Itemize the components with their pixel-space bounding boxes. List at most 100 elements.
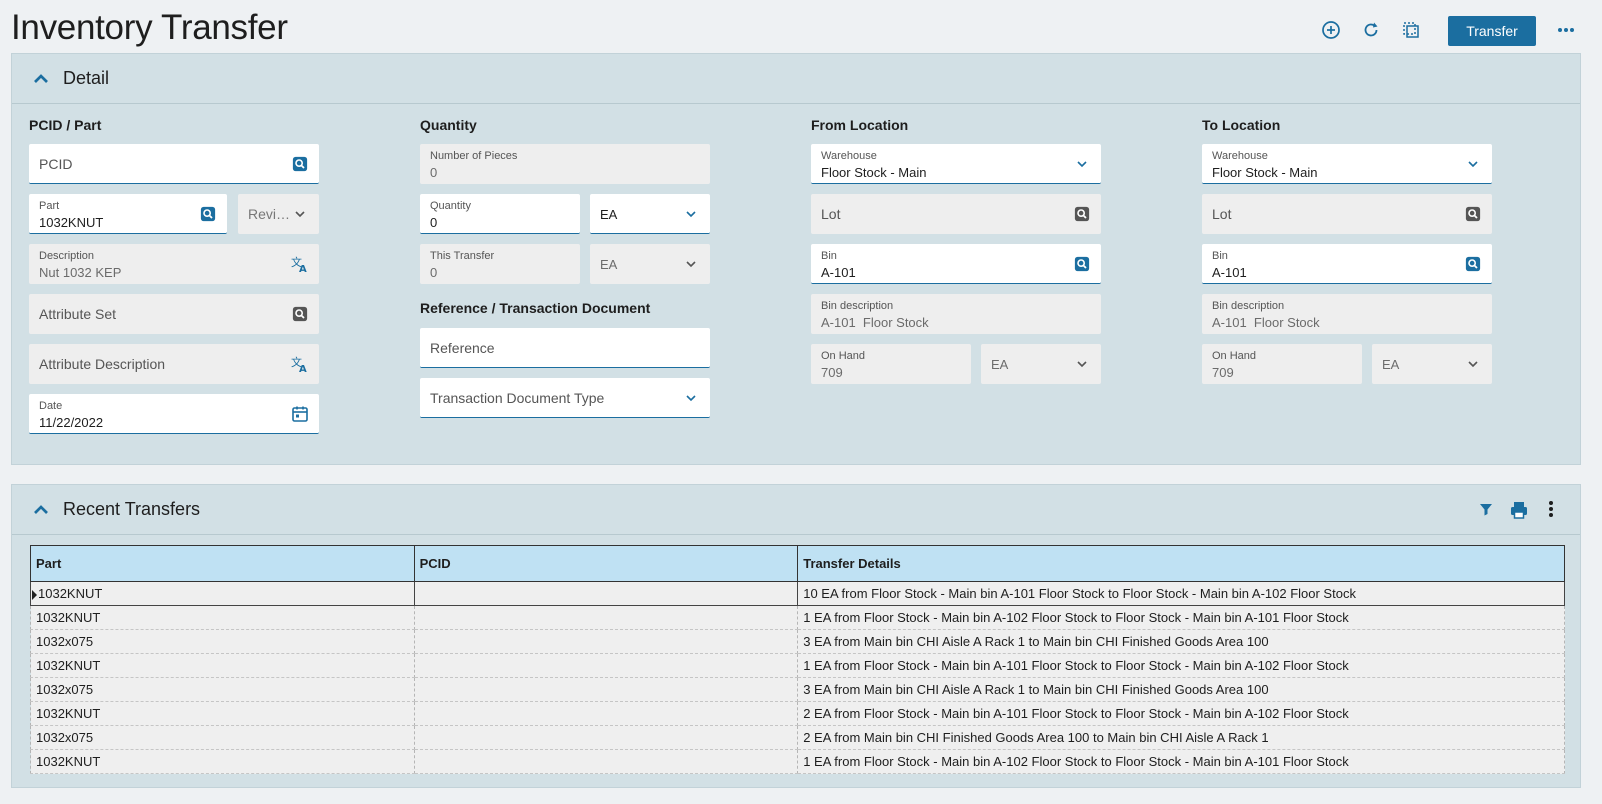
column-header-transfer-details[interactable]: Transfer Details: [797, 545, 1565, 582]
this-transfer-field: This Transfer 0: [420, 244, 580, 284]
table-row[interactable]: 1032x075 2 EA from Main bin CHI Finished…: [30, 725, 1565, 750]
from-lot-placeholder: Lot: [821, 206, 841, 222]
to-bin-description-field: Bin description A-101 Floor Stock: [1202, 294, 1492, 334]
pieces-value: 0: [430, 165, 438, 180]
this-transfer-value: 0: [430, 265, 438, 280]
table-row[interactable]: 1032KNUT 1 EA from Floor Stock - Main bi…: [30, 749, 1565, 774]
to-bin-field[interactable]: Bin A-101: [1202, 244, 1492, 284]
filter-icon[interactable]: [1478, 501, 1496, 519]
table-row[interactable]: 1032x075 3 EA from Main bin CHI Aisle A …: [30, 677, 1565, 702]
table-row[interactable]: 1032x075 3 EA from Main bin CHI Aisle A …: [30, 629, 1565, 654]
reference-heading: Reference / Transaction Document: [420, 300, 651, 316]
search-icon[interactable]: [291, 155, 309, 173]
from-lot-field[interactable]: Lot: [811, 194, 1101, 234]
search-icon[interactable]: [291, 305, 309, 323]
date-field[interactable]: Date 11/22/2022: [29, 394, 319, 434]
quantity-label: Quantity: [430, 200, 471, 212]
transfer-details-cell: 10 EA from Floor Stock - Main bin A-101 …: [797, 581, 1565, 606]
from-warehouse-value: Floor Stock - Main: [821, 165, 927, 180]
pcid-field[interactable]: PCID: [29, 144, 319, 184]
detail-panel: Detail PCID / Part PCID Part 1032KNUT Re…: [11, 53, 1581, 465]
part-value: 1032KNUT: [39, 215, 104, 230]
doc-type-placeholder: Transaction Document Type: [430, 390, 605, 406]
recent-transfers-title: Recent Transfers: [63, 499, 201, 519]
part-cell: 1032x075: [30, 725, 415, 750]
attribute-set-field[interactable]: Attribute Set: [29, 294, 319, 334]
attribute-description-field: Attribute Description: [29, 344, 319, 384]
translate-icon[interactable]: [291, 355, 309, 373]
part-label: Part: [39, 200, 60, 212]
pcid-cell: [413, 581, 799, 606]
description-field: Description Nut 1032 KEP: [29, 244, 319, 284]
reference-field[interactable]: Reference: [420, 328, 710, 368]
collapse-chevron-icon[interactable]: [32, 70, 50, 88]
description-label: Description: [39, 250, 95, 262]
part-cell: 1032KNUT: [30, 701, 415, 726]
pcid-cell: [413, 725, 799, 750]
table-row[interactable]: 1032KNUT 10 EA from Floor Stock - Main b…: [30, 581, 1565, 606]
transfer-button[interactable]: Transfer: [1448, 16, 1536, 46]
search-icon[interactable]: [1073, 255, 1091, 273]
reference-placeholder: Reference: [430, 340, 495, 356]
collapse-chevron-icon[interactable]: [32, 501, 50, 519]
translate-icon[interactable]: [291, 255, 309, 273]
to-warehouse-label: Warehouse: [1212, 150, 1268, 162]
search-icon[interactable]: [1464, 205, 1482, 223]
calendar-icon[interactable]: [291, 405, 309, 423]
more-options-icon[interactable]: [1555, 19, 1577, 41]
column-header-pcid[interactable]: PCID: [413, 545, 799, 582]
pcid-cell: [413, 749, 799, 774]
chevron-down-icon: [1464, 355, 1482, 373]
refresh-icon[interactable]: [1360, 19, 1382, 41]
to-location-heading: To Location: [1202, 117, 1281, 133]
table-row[interactable]: 1032KNUT 2 EA from Floor Stock - Main bi…: [30, 701, 1565, 726]
to-on-hand-label: On Hand: [1212, 350, 1257, 362]
pcid-cell: [413, 629, 799, 654]
from-bin-description-value: A-101 Floor Stock: [821, 315, 929, 330]
transfer-details-cell: 2 EA from Floor Stock - Main bin A-101 F…: [797, 701, 1565, 726]
recent-transfers-header[interactable]: Recent Transfers: [12, 485, 1580, 535]
transfer-details-cell: 2 EA from Main bin CHI Finished Goods Ar…: [797, 725, 1565, 750]
detail-panel-header[interactable]: Detail: [12, 54, 1580, 104]
chevron-down-icon: [1073, 155, 1091, 173]
pcid-cell: [413, 605, 799, 630]
transfer-details-cell: 3 EA from Main bin CHI Aisle A Rack 1 to…: [797, 677, 1565, 702]
quantity-uom-select[interactable]: EA: [590, 194, 710, 234]
transfer-details-cell: 1 EA from Floor Stock - Main bin A-102 F…: [797, 749, 1565, 774]
chevron-down-icon: [1073, 355, 1091, 373]
to-warehouse-select[interactable]: Warehouse Floor Stock - Main: [1202, 144, 1492, 184]
quantity-heading: Quantity: [420, 117, 477, 133]
to-bin-value: A-101: [1212, 265, 1247, 280]
from-bin-field[interactable]: Bin A-101: [811, 244, 1101, 284]
from-warehouse-label: Warehouse: [821, 150, 877, 162]
add-icon[interactable]: [1320, 19, 1342, 41]
from-warehouse-select[interactable]: Warehouse Floor Stock - Main: [811, 144, 1101, 184]
to-warehouse-value: Floor Stock - Main: [1212, 165, 1318, 180]
search-icon[interactable]: [1464, 255, 1482, 273]
pieces-label: Number of Pieces: [430, 150, 518, 162]
to-lot-field[interactable]: Lot: [1202, 194, 1492, 234]
part-cell: 1032KNUT: [30, 581, 415, 606]
search-icon[interactable]: [1073, 205, 1091, 223]
transaction-document-type-select[interactable]: Transaction Document Type: [420, 378, 710, 418]
column-header-part[interactable]: Part: [30, 545, 415, 582]
to-on-hand-value: 709: [1212, 365, 1234, 380]
more-vertical-icon[interactable]: [1548, 500, 1556, 520]
clear-selection-icon[interactable]: [1400, 19, 1422, 41]
table-row[interactable]: 1032KNUT 1 EA from Floor Stock - Main bi…: [30, 653, 1565, 678]
to-bin-description-label: Bin description: [1212, 300, 1285, 312]
to-on-hand-field: On Hand 709: [1202, 344, 1362, 384]
table-row[interactable]: 1032KNUT 1 EA from Floor Stock - Main bi…: [30, 605, 1565, 630]
table-header-row: Part PCID Transfer Details: [30, 545, 1565, 582]
transfer-details-cell: 1 EA from Floor Stock - Main bin A-102 F…: [797, 605, 1565, 630]
chevron-down-icon: [291, 205, 309, 223]
search-icon[interactable]: [199, 205, 217, 223]
from-on-hand-uom-value: EA: [991, 357, 1009, 372]
print-icon[interactable]: [1509, 500, 1529, 520]
from-bin-label: Bin: [821, 250, 837, 262]
row-selector-marker: [32, 589, 37, 600]
revision-select[interactable]: Revi…: [238, 194, 319, 234]
quantity-field[interactable]: Quantity 0: [420, 194, 580, 234]
part-cell: 1032x075: [30, 629, 415, 654]
part-field[interactable]: Part 1032KNUT: [29, 194, 227, 234]
